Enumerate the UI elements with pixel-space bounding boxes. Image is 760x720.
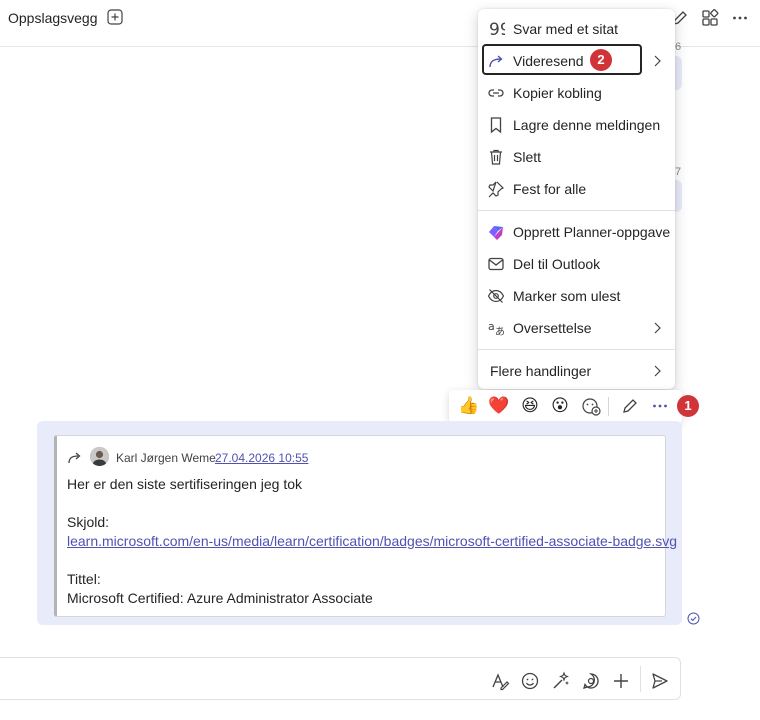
step-badge-1: 1	[677, 395, 699, 417]
menu-item-more-actions[interactable]: Flere handlinger	[478, 355, 675, 387]
edit-icon[interactable]	[619, 395, 641, 417]
compose-box[interactable]	[0, 657, 681, 700]
tab-title[interactable]: Oppslagsvegg	[8, 10, 98, 26]
send-icon[interactable]	[650, 671, 670, 691]
chevron-right-icon	[650, 321, 664, 335]
more-options-icon[interactable]	[649, 395, 671, 417]
trash-icon	[487, 148, 505, 166]
message-timestamp[interactable]: 27.04.2026 10:55	[215, 451, 308, 465]
message-context-menu: 99 Svar med et sitat Videresend 2 Kopier…	[478, 9, 675, 389]
read-receipt-icon	[687, 612, 700, 625]
menu-item-label: Lagre denne meldingen	[513, 117, 661, 133]
label-title: Tittel:	[67, 571, 101, 587]
menu-item-label: Slett	[513, 149, 542, 165]
translate-icon: aあ	[487, 319, 505, 337]
bookmark-icon	[487, 116, 505, 134]
link-icon	[487, 84, 505, 102]
emoji-icon[interactable]	[520, 671, 540, 691]
message-text: Her er den siste sertifiseringen jeg tok	[67, 476, 302, 492]
pin-icon	[487, 180, 505, 198]
menu-item-planner[interactable]: Opprett Planner-oppgave	[478, 216, 675, 248]
copilot-icon[interactable]	[551, 671, 571, 691]
menu-item-copy-link[interactable]: Kopier kobling	[478, 77, 675, 109]
laugh-reaction[interactable]: 😆	[519, 395, 541, 417]
chevron-right-icon	[650, 54, 664, 68]
svg-text:99: 99	[489, 20, 505, 38]
more-icon[interactable]	[731, 9, 749, 27]
menu-item-label: Svar med et sitat	[513, 21, 619, 37]
menu-item-translate[interactable]: aあ Oversettelse	[478, 312, 675, 344]
heart-reaction[interactable]: ❤️	[488, 395, 510, 417]
highlight-box	[482, 44, 642, 75]
label-shield: Skjold:	[67, 514, 110, 530]
menu-item-delete[interactable]: Slett	[478, 141, 675, 173]
svg-text:a: a	[488, 320, 495, 333]
background-number: 7	[675, 166, 682, 178]
certification-title: Microsoft Certified: Azure Administrator…	[67, 590, 373, 606]
menu-item-mark-unread[interactable]: Marker som ulest	[478, 280, 675, 312]
menu-item-label: Opprett Planner-oppgave	[513, 224, 671, 240]
apps-icon[interactable]	[701, 9, 719, 27]
reaction-divider	[608, 397, 609, 416]
reaction-bar: 👍 ❤️ 😆 😮	[449, 390, 682, 423]
menu-item-save[interactable]: Lagre denne meldingen	[478, 109, 675, 141]
mail-icon	[487, 255, 505, 273]
loop-icon[interactable]	[581, 671, 601, 691]
menu-divider	[478, 349, 675, 350]
menu-item-label: Kopier kobling	[513, 85, 602, 101]
menu-item-label: Del til Outlook	[513, 256, 601, 272]
menu-item-label: Fest for alle	[513, 181, 587, 197]
svg-text:あ: あ	[495, 326, 505, 337]
planner-icon	[487, 223, 505, 241]
surprised-reaction[interactable]: 😮	[549, 395, 571, 417]
compose-divider	[640, 666, 641, 692]
quote-icon: 99	[487, 20, 505, 38]
menu-divider	[478, 210, 675, 211]
like-reaction[interactable]: 👍	[458, 395, 480, 417]
menu-item-pin[interactable]: Fest for alle	[478, 173, 675, 205]
avatar[interactable]	[90, 447, 109, 466]
add-tab-icon[interactable]	[107, 9, 123, 25]
unread-icon	[487, 287, 505, 305]
add-icon[interactable]	[611, 671, 631, 691]
menu-item-label: Marker som ulest	[513, 288, 621, 304]
background-number: 6	[675, 41, 682, 53]
badge-link[interactable]: learn.microsoft.com/en-us/media/learn/ce…	[67, 533, 677, 549]
menu-item-reply-quote[interactable]: 99 Svar med et sitat	[478, 13, 675, 45]
chevron-right-icon	[650, 364, 664, 378]
step-badge-2: 2	[590, 49, 612, 71]
menu-item-share-outlook[interactable]: Del til Outlook	[478, 248, 675, 280]
forward-icon	[67, 450, 83, 466]
format-icon[interactable]	[490, 671, 510, 691]
author-name: Karl Jørgen Weme	[116, 451, 216, 465]
add-reaction-icon[interactable]	[580, 395, 602, 417]
menu-item-label: Flere handlinger	[490, 363, 592, 379]
menu-item-label: Oversettelse	[513, 320, 592, 336]
